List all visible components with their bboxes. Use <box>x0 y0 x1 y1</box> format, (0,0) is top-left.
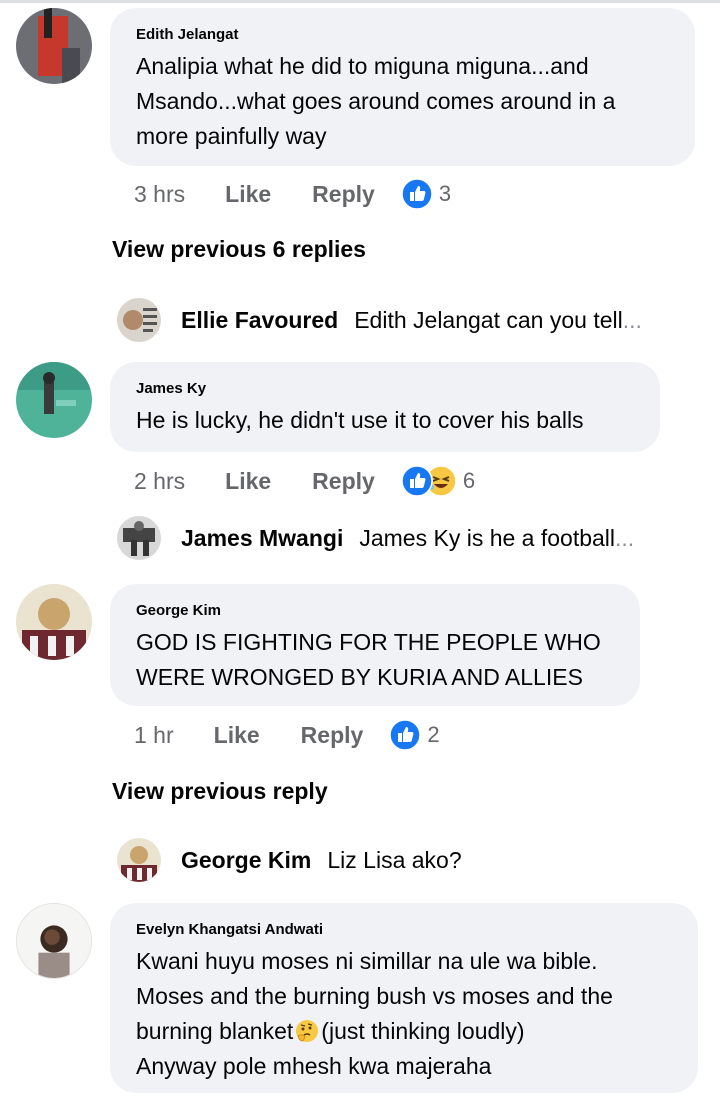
avatar[interactable] <box>16 903 92 979</box>
reaction-count: 6 <box>462 468 476 493</box>
comment-actions: 3 hrs Like Reply 3 <box>134 177 451 211</box>
comment-bubble: Edith Jelangat Analipia what he did to m… <box>110 8 695 166</box>
comment-bubble: George Kim GOD IS FIGHTING FOR THE PEOPL… <box>110 584 640 706</box>
reply-author[interactable]: George Kim <box>181 847 311 874</box>
comment-text-segment: (just thinking loudly) <box>321 1018 525 1044</box>
reply-author[interactable]: Ellie Favoured <box>181 307 338 334</box>
comment-actions: 2 hrs Like Reply 6 <box>134 464 475 498</box>
like-button[interactable]: Like <box>214 722 260 749</box>
comment-text-line: Anyway pole mhesh kwa majeraha <box>136 1053 492 1079</box>
comment-text-line: WERE WRONGED BY KURIA AND ALLIES <box>136 664 583 690</box>
reply-preview[interactable]: Ellie Favoured Edith Jelangat can you te… <box>117 298 642 342</box>
comment-text-line: Moses and the burning bush vs moses and … <box>136 983 613 1009</box>
comment-text-line: more painfully way <box>136 123 327 149</box>
avatar[interactable] <box>16 584 92 660</box>
reply-snippet: James Ky is he a football... <box>359 525 634 552</box>
comment-timestamp[interactable]: 2 hrs <box>134 468 185 495</box>
like-button[interactable]: Like <box>225 468 271 495</box>
thumbs-up-reaction-icon <box>389 719 422 751</box>
comment-author[interactable]: Evelyn Khangatsi Andwati <box>136 921 672 939</box>
comment-author[interactable]: George Kim <box>136 602 614 620</box>
avatar[interactable] <box>117 838 161 882</box>
reply-snippet-text: Edith Jelangat can you tell <box>354 306 623 333</box>
reply-snippet: Edith Jelangat can you tell... <box>354 307 642 334</box>
comment-bubble: James Ky He is lucky, he didn't use it t… <box>110 362 660 452</box>
reply-snippet-text: James Ky is he a football <box>359 524 616 551</box>
reply-button[interactable]: Reply <box>301 722 364 749</box>
reply-author[interactable]: James Mwangi <box>181 525 343 552</box>
comment-bubble: Evelyn Khangatsi Andwati Kwani huyu mose… <box>110 903 698 1093</box>
comment-text-line: Kwani huyu moses ni simillar na ule wa b… <box>136 948 598 974</box>
view-previous-reply-link[interactable]: View previous reply <box>112 778 328 805</box>
thumbs-up-reaction-icon <box>401 465 433 497</box>
thumbs-up-reaction-icon <box>401 178 433 210</box>
reply-snippet: Liz Lisa ako? <box>327 846 462 873</box>
comment-author[interactable]: James Ky <box>136 380 634 398</box>
reply-ellipsis: ... <box>622 306 642 333</box>
reply-ellipsis: ... <box>615 524 635 551</box>
reaction-count: 3 <box>438 181 452 206</box>
comment-text-line: Msando...what goes around comes around i… <box>136 88 616 114</box>
reactions-summary[interactable]: 6 <box>401 465 475 497</box>
comment-text-line: Analipia what he did to miguna miguna...… <box>136 53 589 79</box>
comment-text-line: He is lucky, he didn't use it to cover h… <box>136 407 584 433</box>
top-divider <box>0 0 720 3</box>
reply-preview[interactable]: George Kim Liz Lisa ako? <box>117 838 462 882</box>
comment-actions: 1 hr Like Reply 2 <box>134 718 440 752</box>
thinking-face-emoji-icon <box>295 1018 319 1042</box>
avatar[interactable] <box>117 298 161 342</box>
comment-text-segment: burning blanket <box>136 1018 294 1044</box>
comment-timestamp[interactable]: 1 hr <box>134 722 174 749</box>
comment-author[interactable]: Edith Jelangat <box>136 26 669 44</box>
comment-text-line: burning blanket (just thinking loudly) <box>136 1014 672 1049</box>
avatar[interactable] <box>16 362 92 438</box>
reply-preview[interactable]: James Mwangi James Ky is he a football..… <box>117 516 634 560</box>
comment-timestamp[interactable]: 3 hrs <box>134 181 185 208</box>
reply-button[interactable]: Reply <box>312 181 375 208</box>
reactions-summary[interactable]: 2 <box>389 719 440 751</box>
reaction-count: 2 <box>427 722 440 747</box>
avatar[interactable] <box>16 8 92 84</box>
comment-text-line: GOD IS FIGHTING FOR THE PEOPLE WHO <box>136 629 601 655</box>
reactions-summary[interactable]: 3 <box>401 178 451 210</box>
view-previous-replies-link[interactable]: View previous 6 replies <box>112 236 366 263</box>
like-button[interactable]: Like <box>225 181 271 208</box>
reply-button[interactable]: Reply <box>312 468 375 495</box>
avatar[interactable] <box>117 516 161 560</box>
